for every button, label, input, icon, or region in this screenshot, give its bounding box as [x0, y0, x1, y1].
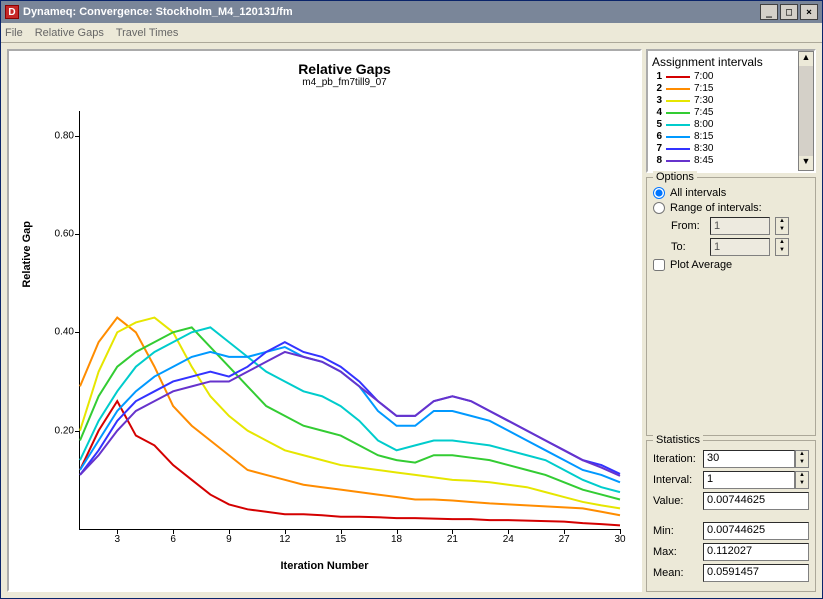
options-heading: Options: [653, 171, 697, 183]
chart-subtitle: m4_pb_fm7till9_07: [59, 77, 630, 88]
legend-item[interactable]: 78:30: [652, 143, 810, 155]
spinner-iteration[interactable]: ▲▼: [795, 450, 809, 468]
legend-item[interactable]: 27:15: [652, 83, 810, 95]
app-icon: D: [5, 5, 19, 19]
legend-scrollbar[interactable]: ▲ ▼: [798, 51, 814, 171]
content: Relative Gaps m4_pb_fm7till9_07 Relative…: [1, 43, 822, 598]
x-tick: 9: [226, 534, 232, 545]
menu-relative-gaps[interactable]: Relative Gaps: [35, 27, 104, 39]
spinner-to[interactable]: ▲▼: [775, 238, 789, 256]
app-window: D Dynameq: Convergence: Stockholm_M4_120…: [0, 0, 823, 599]
legend-item[interactable]: 88:45: [652, 155, 810, 167]
x-tick: 12: [279, 534, 290, 545]
spinner-interval[interactable]: ▲▼: [795, 471, 809, 489]
label-interval: Interval:: [653, 474, 703, 486]
legend-item[interactable]: 47:45: [652, 107, 810, 119]
label-from: From:: [671, 220, 705, 232]
checkbox-plot-average[interactable]: [653, 259, 665, 271]
statistics-panel: Statistics Iteration:30▲▼ Interval:1▲▼ V…: [646, 440, 816, 592]
chart-area: Relative Gaps m4_pb_fm7till9_07 Relative…: [7, 49, 642, 592]
label-range-intervals: Range of intervals:: [670, 202, 762, 214]
value-min: 0.00744625: [703, 522, 809, 540]
value-interval[interactable]: 1: [703, 471, 795, 489]
label-mean: Mean:: [653, 567, 703, 579]
stats-heading: Statistics: [653, 434, 703, 446]
options-panel: Options All intervals Range of intervals…: [646, 177, 816, 436]
y-axis-label: Relative Gap: [21, 221, 33, 288]
legend-item[interactable]: 17:00: [652, 71, 810, 83]
minimize-button[interactable]: _: [760, 4, 778, 20]
y-tick: 0.80: [40, 130, 74, 141]
maximize-button[interactable]: □: [780, 4, 798, 20]
x-tick: 18: [391, 534, 402, 545]
plot-region: 0.200.400.600.8036912151821242730: [79, 111, 620, 530]
x-tick: 27: [559, 534, 570, 545]
y-tick: 0.40: [40, 327, 74, 338]
legend-item[interactable]: 68:15: [652, 131, 810, 143]
sidebar: Assignment intervals 17:0027:1537:3047:4…: [646, 49, 816, 592]
label-min: Min:: [653, 525, 703, 537]
opt-from-row: From: ▲▼: [671, 217, 809, 235]
x-tick: 21: [447, 534, 458, 545]
y-tick: 0.60: [40, 228, 74, 239]
opt-to-row: To: ▲▼: [671, 238, 809, 256]
value-max: 0.112027: [703, 543, 809, 561]
x-axis-label: Iteration Number: [9, 560, 640, 572]
titlebar: D Dynameq: Convergence: Stockholm_M4_120…: [1, 1, 822, 23]
radio-range-intervals[interactable]: [653, 202, 665, 214]
menubar: File Relative Gaps Travel Times: [1, 23, 822, 43]
x-tick: 24: [503, 534, 514, 545]
series-line: [80, 327, 620, 492]
x-tick: 6: [170, 534, 176, 545]
opt-all-intervals[interactable]: All intervals: [653, 187, 809, 199]
opt-range-intervals[interactable]: Range of intervals:: [653, 202, 809, 214]
x-tick: 3: [114, 534, 120, 545]
legend-panel: Assignment intervals 17:0027:1537:3047:4…: [646, 49, 816, 173]
y-tick: 0.20: [40, 425, 74, 436]
window-title: Dynameq: Convergence: Stockholm_M4_12013…: [23, 6, 293, 18]
spinner-from[interactable]: ▲▼: [775, 217, 789, 235]
x-tick: 15: [335, 534, 346, 545]
opt-plot-average[interactable]: Plot Average: [653, 259, 809, 271]
legend-item[interactable]: 37:30: [652, 95, 810, 107]
series-line: [80, 342, 620, 475]
label-plot-average: Plot Average: [670, 259, 732, 271]
label-max: Max:: [653, 546, 703, 558]
menu-travel-times[interactable]: Travel Times: [116, 27, 179, 39]
legend-item[interactable]: 58:00: [652, 119, 810, 131]
scroll-down-icon[interactable]: ▼: [799, 156, 813, 170]
menu-file[interactable]: File: [5, 27, 23, 39]
x-tick: 30: [614, 534, 625, 545]
input-from[interactable]: [710, 217, 770, 235]
series-line: [80, 318, 620, 516]
scroll-up-icon[interactable]: ▲: [799, 52, 813, 66]
label-all-intervals: All intervals: [670, 187, 726, 199]
close-button[interactable]: ×: [800, 4, 818, 20]
chart-title: Relative Gaps: [59, 61, 630, 77]
input-to[interactable]: [710, 238, 770, 256]
label-to: To:: [671, 241, 705, 253]
legend-area: Assignment intervals 17:0027:1537:3047:4…: [646, 49, 816, 173]
value-iteration[interactable]: 30: [703, 450, 795, 468]
chart-lines: [80, 111, 620, 529]
value-mean: 0.0591457: [703, 564, 809, 582]
radio-all-intervals[interactable]: [653, 187, 665, 199]
label-value: Value:: [653, 495, 703, 507]
legend-heading: Assignment intervals: [652, 55, 810, 69]
value-value: 0.00744625: [703, 492, 809, 510]
label-iteration: Iteration:: [653, 453, 703, 465]
